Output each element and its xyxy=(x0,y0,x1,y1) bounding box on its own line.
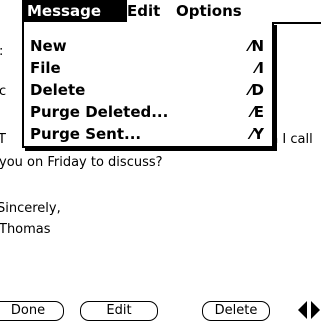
menu-message[interactable]: Message xyxy=(22,0,127,22)
message-line-7: Thomas xyxy=(0,222,51,237)
delete-button[interactable]: Delete xyxy=(202,301,270,321)
message-menu-dropdown: New ⁄N File ⁄I Delete ⁄D Purge Deleted..… xyxy=(22,22,274,148)
menu-item-purge-deleted[interactable]: Purge Deleted... ⁄E xyxy=(24,102,272,123)
menu-item-label: Purge Deleted... xyxy=(30,103,169,121)
menu-item-label: Delete xyxy=(30,81,86,99)
menu-edit[interactable]: Edit xyxy=(122,0,165,22)
menu-item-label: New xyxy=(30,37,67,55)
scroll-arrows[interactable] xyxy=(297,300,321,320)
message-line-3: T xyxy=(0,132,6,147)
shortcut-label: ⁄Y xyxy=(250,125,264,143)
menu-item-purge-sent[interactable]: Purge Sent... ⁄Y xyxy=(24,124,272,145)
shortcut-label: ⁄N xyxy=(248,37,264,55)
message-line-4: n I call xyxy=(270,132,313,147)
menu-item-new[interactable]: New ⁄N xyxy=(24,36,272,57)
menu-options[interactable]: Options xyxy=(171,0,247,22)
shortcut-label: ⁄E xyxy=(251,103,264,121)
shortcut-label: ⁄D xyxy=(249,81,264,99)
message-line-2: c xyxy=(0,84,7,99)
left-right-arrow-icon xyxy=(298,301,320,319)
menu-item-label: File xyxy=(30,59,61,77)
message-line-5: you on Friday to discuss? xyxy=(0,155,163,170)
edit-button[interactable]: Edit xyxy=(80,301,158,321)
done-button[interactable]: Done xyxy=(0,301,64,321)
menu-item-delete[interactable]: Delete ⁄D xyxy=(24,80,272,101)
menu-item-label: Purge Sent... xyxy=(30,125,142,143)
message-line-1: : xyxy=(0,44,3,60)
menu-bar: Message Edit Options xyxy=(22,0,321,24)
shortcut-label: ⁄I xyxy=(255,59,264,77)
message-line-6: Sincerely, xyxy=(0,201,61,216)
menu-item-file[interactable]: File ⁄I xyxy=(24,58,272,79)
